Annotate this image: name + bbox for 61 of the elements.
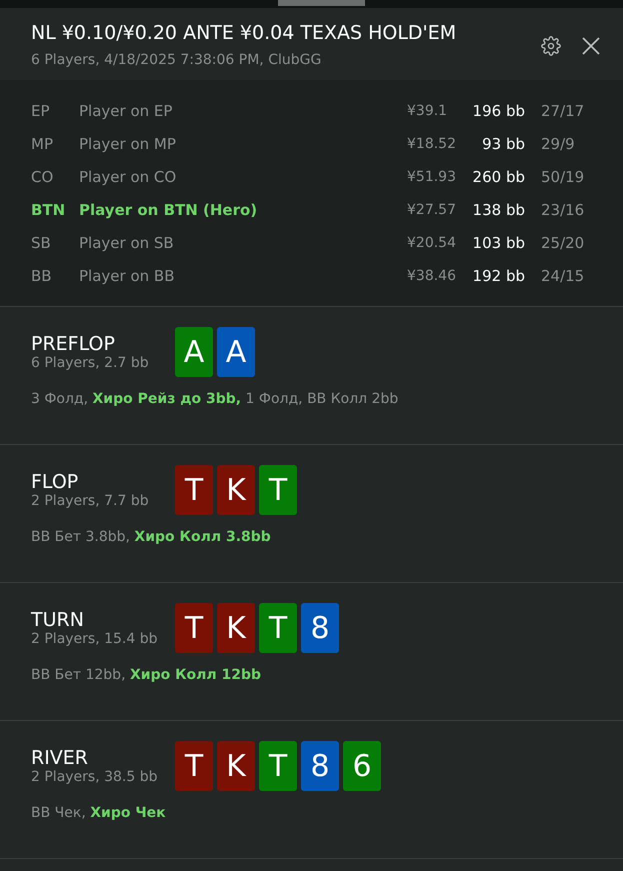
player-position: SB: [31, 234, 52, 252]
playing-card: T: [259, 603, 297, 653]
playing-card: T: [175, 465, 213, 515]
settings-icon[interactable]: [541, 36, 561, 56]
player-stats: 27/17: [540, 102, 586, 120]
player-name: Player on BB: [79, 266, 176, 284]
player-stats: 29/9: [540, 134, 576, 152]
player-stack-bb: 192 bb: [472, 266, 525, 284]
playing-card: T: [259, 741, 297, 791]
player-stack-bb: 93 bb: [481, 134, 525, 152]
player-stats: 50/19: [540, 168, 586, 186]
player-stack: ¥27.57: [407, 202, 457, 218]
player-stats: 23/16: [540, 200, 586, 218]
street-info: 2 Players, 7.7 bb: [31, 493, 150, 509]
hand-title: NL ¥0.10/¥0.20 ANTE ¥0.04 TEXAS HOLD'EM: [31, 22, 456, 44]
player-stack: ¥20.54: [407, 234, 457, 250]
player-stack-bb: 103 bb: [472, 234, 525, 252]
street-name: FLOP: [31, 471, 80, 493]
playing-card: T: [259, 465, 297, 515]
street-name: PREFLOP: [31, 333, 116, 355]
street-info: 2 Players, 15.4 bb: [31, 631, 159, 647]
playing-card: K: [217, 741, 255, 791]
street-actions: BB Бет 3.8bb, Хиро Колл 3.8bb: [31, 529, 272, 545]
player-stats: 24/15: [540, 266, 586, 284]
street-actions: BB Бет 12bb, Хиро Колл 12bb: [31, 667, 262, 683]
playing-card: K: [217, 603, 255, 653]
street-name: RIVER: [31, 747, 90, 769]
player-stack: ¥39.1: [407, 102, 448, 118]
player-position: BB: [31, 266, 53, 284]
player-position: BTN: [31, 200, 66, 218]
player-stack: ¥51.93: [407, 168, 457, 184]
player-stack-bb: 138 bb: [472, 200, 525, 218]
street-name: TURN: [31, 609, 85, 631]
street-info: 6 Players, 2.7 bb: [31, 355, 150, 371]
player-stack-bb: 260 bb: [472, 168, 525, 186]
player-position: EP: [31, 102, 51, 120]
player-position: CO: [31, 168, 54, 186]
tab-handle[interactable]: [278, 0, 365, 6]
street-actions: BB Чек, Хиро Чек: [31, 805, 167, 821]
street-actions: 3 Фолд, Хиро Рейз до 3bb, 1 Фолд, BB Колл 2bb: [31, 391, 400, 407]
close-icon[interactable]: [581, 36, 601, 56]
player-name: Player on EP: [79, 102, 174, 120]
playing-card: A: [217, 327, 255, 377]
player-stack: ¥38.46: [407, 268, 457, 284]
playing-card: A: [175, 327, 213, 377]
playing-card: 8: [301, 603, 339, 653]
player-name: Player on BTN (Hero): [79, 200, 258, 218]
player-name: Player on CO: [79, 168, 178, 186]
player-stats: 25/20: [540, 234, 586, 252]
player-position: MP: [31, 134, 54, 152]
player-stack: ¥18.52: [407, 136, 457, 152]
player-name: Player on SB: [79, 234, 175, 252]
street-info: 2 Players, 38.5 bb: [31, 769, 159, 785]
playing-card: K: [217, 465, 255, 515]
playing-card: T: [175, 603, 213, 653]
playing-card: 6: [343, 741, 381, 791]
player-stack-bb: 196 bb: [472, 102, 525, 120]
playing-card: 8: [301, 741, 339, 791]
player-name: Player on MP: [79, 134, 177, 152]
hand-subtitle: 6 Players, 4/18/2025 7:38:06 PM, ClubGG: [31, 52, 322, 68]
playing-card: T: [175, 741, 213, 791]
